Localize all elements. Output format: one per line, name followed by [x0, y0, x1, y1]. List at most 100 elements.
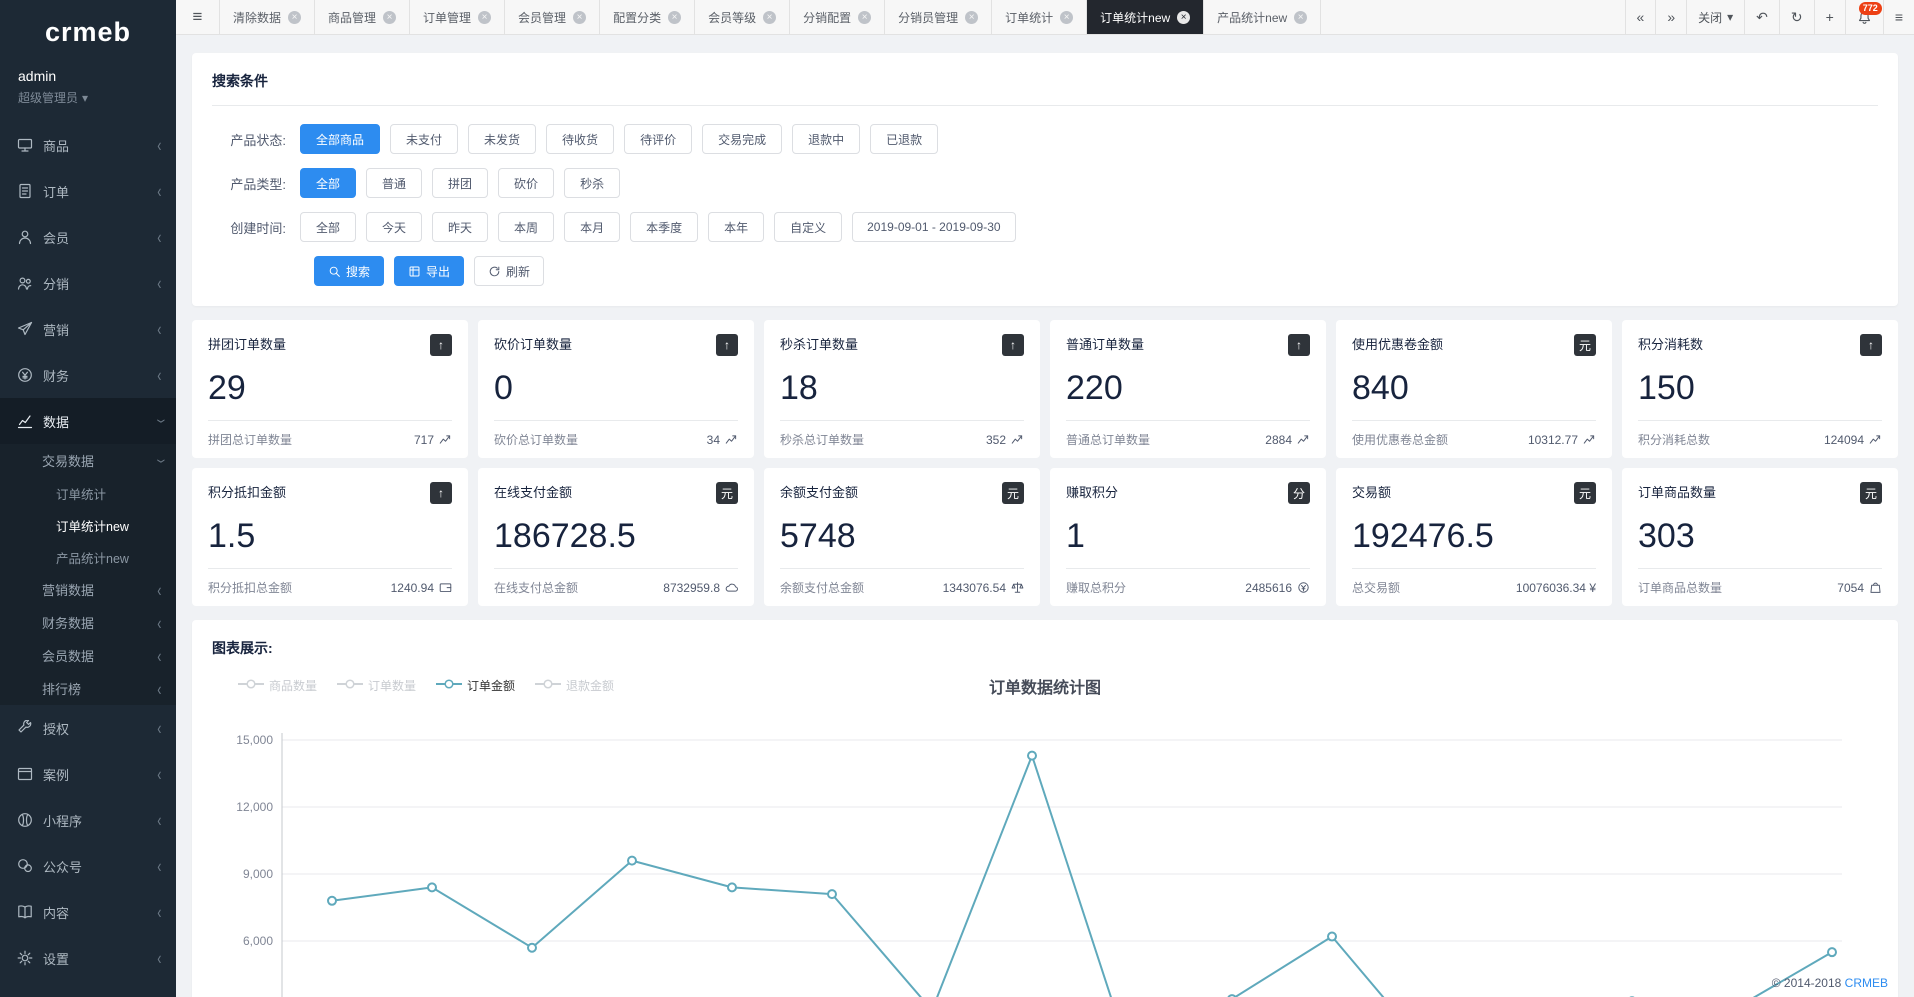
sidebar-subitem-ranking[interactable]: 排行榜‹: [0, 672, 176, 705]
close-tabs-dropdown[interactable]: 关闭 ▾: [1686, 0, 1744, 34]
sidebar-item-distribution[interactable]: 分销‹: [0, 260, 176, 306]
close-icon[interactable]: ×: [1294, 11, 1307, 24]
sidebar-subitem-order-stats[interactable]: 订单统计: [0, 477, 176, 509]
filter-option-button[interactable]: 本月: [564, 212, 620, 242]
filter-option-button[interactable]: 未支付: [390, 124, 458, 154]
notifications-button[interactable]: 772: [1845, 0, 1883, 34]
filter-option-button[interactable]: 普通: [366, 168, 422, 198]
tab-label: 会员管理: [518, 9, 566, 26]
sidebar-item-authorization[interactable]: 授权‹: [0, 705, 176, 751]
tab-distribution-config[interactable]: 分销配置×: [790, 0, 885, 34]
filter-option-button[interactable]: 今天: [366, 212, 422, 242]
sidebar-subitem-member-data[interactable]: 会员数据‹: [0, 639, 176, 672]
filter-option-button[interactable]: 未发货: [468, 124, 536, 154]
export-button[interactable]: 导出: [394, 256, 464, 286]
filter-option-button[interactable]: 全部: [300, 212, 356, 242]
tab-member-level[interactable]: 会员等级×: [695, 0, 790, 34]
scroll-tabs-right-button[interactable]: »: [1655, 0, 1686, 34]
sidebar-item-cases[interactable]: 案例‹: [0, 751, 176, 797]
chevron-left-icon: ‹: [158, 182, 162, 200]
users-icon: [17, 275, 33, 291]
refresh-page-button[interactable]: ↻: [1779, 0, 1814, 34]
menu-list-button[interactable]: ≡: [1883, 0, 1914, 34]
sidebar-item-mini-program[interactable]: 小程序‹: [0, 797, 176, 843]
close-icon[interactable]: ×: [288, 11, 301, 24]
close-icon[interactable]: ×: [573, 11, 586, 24]
copyright: © 2014-2018 CRMEB: [1772, 976, 1888, 990]
filter-option-button[interactable]: 交易完成: [702, 124, 782, 154]
sidebar-subitem-marketing-data[interactable]: 营销数据‹: [0, 573, 176, 606]
collapse-sidebar-button[interactable]: ≡: [176, 0, 220, 34]
crmeb-link[interactable]: CRMEB: [1845, 976, 1888, 990]
sidebar-subitem-label: 会员数据: [42, 646, 157, 665]
fullscreen-button[interactable]: +: [1814, 0, 1845, 34]
close-icon[interactable]: ×: [383, 11, 396, 24]
filter-option-button[interactable]: 秒杀: [564, 168, 620, 198]
close-icon[interactable]: ×: [1177, 11, 1190, 24]
close-icon[interactable]: ×: [1060, 11, 1073, 24]
line-chart: 15,00012,0009,0006,0003,0000: [212, 728, 1878, 997]
tab-member-manage[interactable]: 会员管理 ×: [505, 0, 600, 34]
tab-order-manage[interactable]: 订单管理×: [410, 0, 505, 34]
tab-order-stats[interactable]: 订单统计×: [992, 0, 1087, 34]
stat-footer-number: 2485616: [1245, 581, 1292, 595]
filter-option-button[interactable]: 全部: [300, 168, 356, 198]
close-icon[interactable]: ×: [858, 11, 871, 24]
user-role-dropdown[interactable]: 超级管理员 ▾: [18, 89, 158, 106]
svg-text:12,000: 12,000: [236, 800, 273, 814]
sidebar-item-orders[interactable]: 订单‹: [0, 168, 176, 214]
sidebar-item-content[interactable]: 内容‹: [0, 889, 176, 935]
filter-option-button[interactable]: 自定义: [774, 212, 842, 242]
sidebar-item-finance[interactable]: 财务‹: [0, 352, 176, 398]
search-actions: 搜索导出 刷新: [314, 256, 1878, 286]
stat-card-value: 220: [1066, 369, 1310, 408]
sidebar-submenu-data: 交易数据‹订单统计订单统计new产品统计new营销数据‹财务数据‹会员数据‹排行…: [0, 444, 176, 705]
filter-option-button[interactable]: 本周: [498, 212, 554, 242]
stat-footer-number: 717: [414, 433, 434, 447]
search-button[interactable]: 搜索: [314, 256, 384, 286]
sidebar-subitem-product-stats-new[interactable]: 产品统计new: [0, 541, 176, 573]
filter-option-button[interactable]: 全部商品: [300, 124, 380, 154]
tab-distributor-manage[interactable]: 分销员管理×: [885, 0, 992, 34]
filter-option-button[interactable]: 已退款: [870, 124, 938, 154]
stat-footer-number: 352: [986, 433, 1006, 447]
close-icon[interactable]: ×: [668, 11, 681, 24]
filter-option-button[interactable]: 待收货: [546, 124, 614, 154]
sidebar-item-settings[interactable]: 设置‹: [0, 935, 176, 981]
close-icon[interactable]: ×: [965, 11, 978, 24]
tab-product-manage[interactable]: 商品管理×: [315, 0, 410, 34]
filter-option-button[interactable]: 本年: [708, 212, 764, 242]
scroll-tabs-left-button[interactable]: «: [1625, 0, 1656, 34]
sidebar-subitem-label: 交易数据: [42, 451, 157, 470]
filter-option-button[interactable]: 本季度: [630, 212, 698, 242]
close-icon[interactable]: ×: [763, 11, 776, 24]
filter-option-button[interactable]: 待评价: [624, 124, 692, 154]
tab-controls: « » 关闭 ▾ ↶ ↻ + 772 ≡: [1625, 0, 1914, 34]
sidebar-item-official-account[interactable]: 公众号‹: [0, 843, 176, 889]
stat-footer-label: 积分抵扣总金额: [208, 579, 292, 596]
arrow-up-icon: ↑: [1288, 334, 1310, 356]
tab-product-stats-new[interactable]: 产品统计new×: [1204, 0, 1321, 34]
sidebar-subitem-finance-data[interactable]: 财务数据‹: [0, 606, 176, 639]
tab-order-stats-new[interactable]: 订单统计new×: [1087, 0, 1204, 34]
sidebar-item-goods[interactable]: 商品‹: [0, 122, 176, 168]
tab-config-category[interactable]: 配置分类×: [600, 0, 695, 34]
date-range-input[interactable]: 2019-09-01 - 2019-09-30: [852, 212, 1015, 242]
sidebar-subitem-trade-data[interactable]: 交易数据‹: [0, 444, 176, 477]
stat-footer-label: 积分消耗总数: [1638, 431, 1710, 448]
sidebar-item-members[interactable]: 会员‹: [0, 214, 176, 260]
filter-option-button[interactable]: 拼团: [432, 168, 488, 198]
stat-card-footer: 余额支付总金额1343076.54: [780, 568, 1024, 596]
sidebar-item-data[interactable]: 数据‹: [0, 398, 176, 444]
tab-clear-data[interactable]: 清除数据×: [220, 0, 315, 34]
sidebar-subitem-order-stats-new[interactable]: 订单统计new: [0, 509, 176, 541]
filter-option-button[interactable]: 砍价: [498, 168, 554, 198]
stat-card-head: 赚取积分分: [1066, 482, 1310, 504]
refresh-button[interactable]: 刷新: [474, 256, 544, 286]
filter-option-button[interactable]: 昨天: [432, 212, 488, 242]
sidebar-item-marketing[interactable]: 营销‹: [0, 306, 176, 352]
close-icon[interactable]: ×: [478, 11, 491, 24]
back-button[interactable]: ↶: [1744, 0, 1779, 34]
button-label: 刷新: [506, 263, 530, 280]
filter-option-button[interactable]: 退款中: [792, 124, 860, 154]
